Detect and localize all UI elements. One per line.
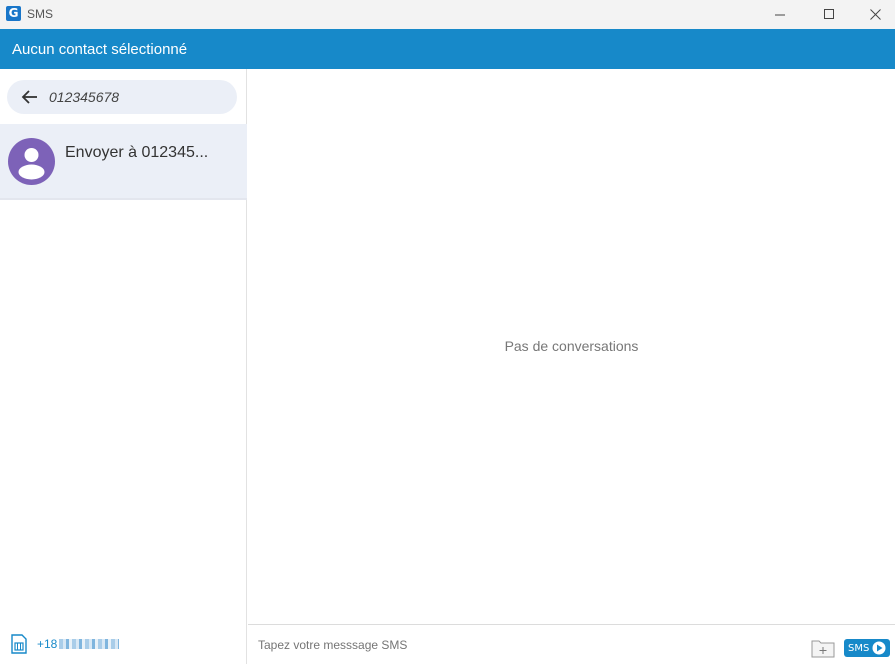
redacted-number: [59, 639, 120, 649]
minimize-button[interactable]: [757, 0, 803, 29]
header-title: Aucun contact sélectionné: [12, 41, 188, 58]
sim-info: +18: [10, 634, 120, 654]
person-icon: [18, 148, 45, 180]
sim-number: +18: [37, 637, 58, 651]
sim-card-icon: [11, 634, 27, 654]
message-input[interactable]: [258, 635, 778, 655]
app-logo-icon: G: [6, 6, 21, 21]
conversation-area: Pas de conversations: [248, 69, 895, 624]
window-title: SMS: [27, 7, 54, 21]
attach-file-icon[interactable]: [811, 638, 835, 658]
send-icon: [872, 641, 886, 655]
close-icon: [869, 9, 881, 20]
avatar: [8, 138, 55, 185]
arrow-left-icon[interactable]: [21, 89, 39, 105]
maximize-icon: [823, 9, 834, 19]
search-input[interactable]: [49, 80, 229, 114]
contact-list-item[interactable]: Envoyer à 012345...: [0, 124, 247, 200]
maximize-button[interactable]: [806, 0, 852, 29]
empty-conversations-message: Pas de conversations: [504, 338, 639, 354]
message-composer: SMS: [248, 624, 895, 664]
minimize-icon: [774, 14, 785, 16]
search-box: [7, 80, 237, 114]
send-button-label: SMS: [848, 642, 870, 654]
sidebar: Envoyer à 012345... +18: [0, 69, 247, 664]
contact-label: Envoyer à 012345...: [65, 144, 209, 161]
send-sms-button[interactable]: SMS: [844, 639, 890, 657]
conversation-header: Aucun contact sélectionné: [0, 29, 895, 69]
close-button[interactable]: [852, 0, 895, 29]
title-bar: G SMS: [0, 0, 895, 29]
